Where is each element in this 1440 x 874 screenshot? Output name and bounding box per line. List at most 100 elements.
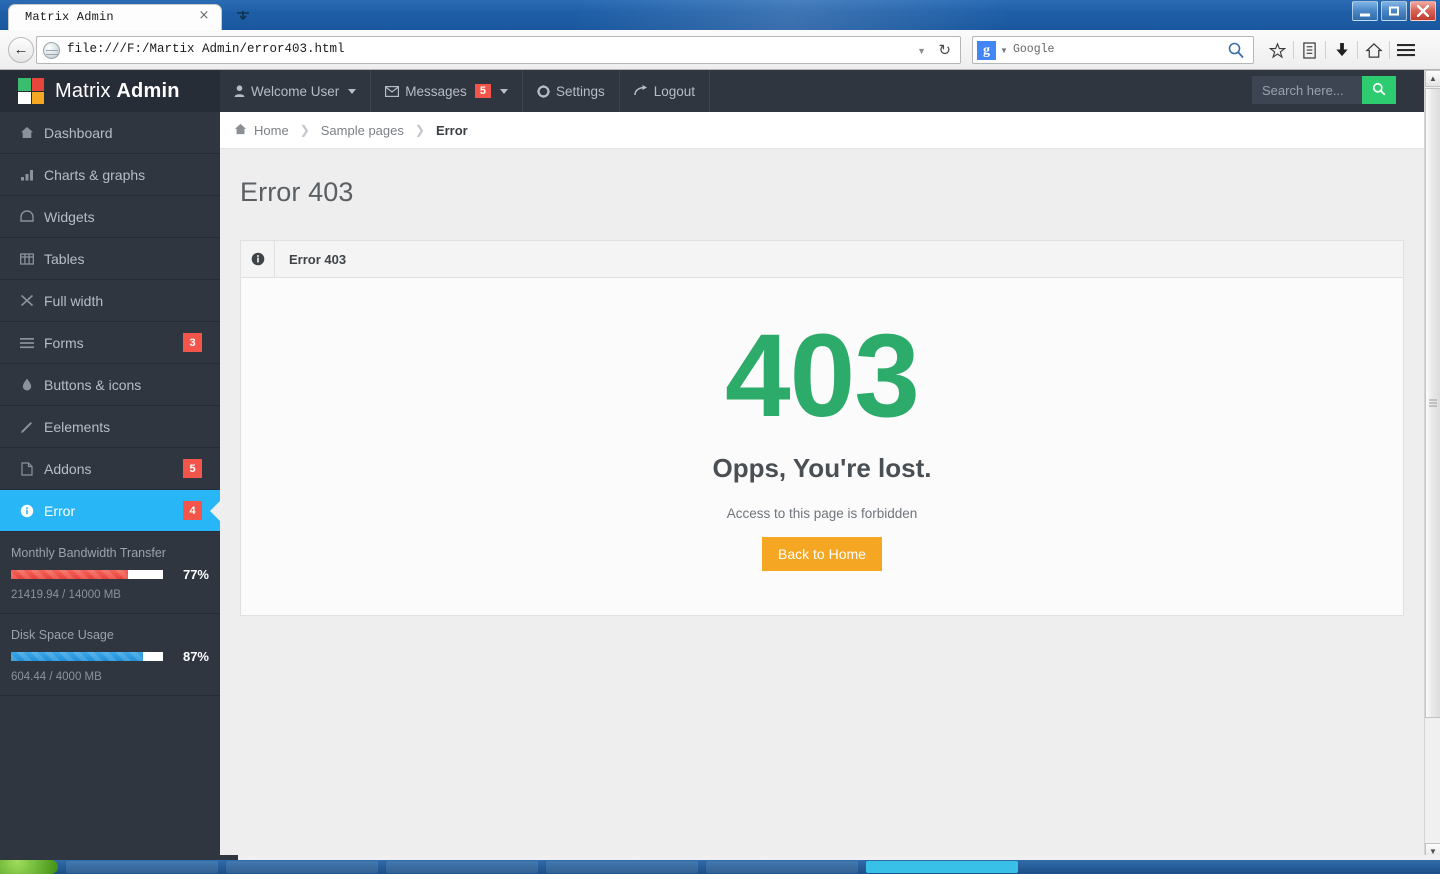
error-heading: Opps, You're lost. [712, 453, 932, 484]
table-icon [10, 252, 44, 265]
nav-welcome-user[interactable]: Welcome User [220, 70, 372, 112]
browser-tab[interactable]: Matrix Admin × [8, 4, 222, 30]
scrollbar-grip [1429, 399, 1437, 407]
search-input[interactable] [1252, 76, 1362, 104]
gear-icon [537, 84, 550, 98]
window-scrollbar[interactable]: ▲ ▼ [1424, 70, 1440, 860]
sidebar-item-eelements[interactable]: Eelements [0, 406, 220, 448]
disk-detail: 604.44 / 4000 MB [11, 671, 102, 683]
chevron-down-icon [348, 88, 357, 94]
disk-row: 87% [11, 649, 209, 664]
sidebar-item-dashboard[interactable]: Dashboard [0, 112, 220, 154]
nav-logout[interactable]: Logout [620, 70, 711, 112]
close-icon[interactable]: × [197, 9, 211, 23]
window-close-button[interactable] [1410, 1, 1436, 21]
sidebar-item-forms[interactable]: Forms 3 [0, 322, 220, 364]
browser-navbar: ← file:///F:/Martix Admin/error403.html … [0, 30, 1440, 70]
sidebar-item-label: Buttons & icons [44, 376, 142, 393]
sidebar-item-label: Charts & graphs [44, 166, 146, 183]
home-icon [10, 126, 44, 139]
bandwidth-detail: 21419.94 / 14000 MB [11, 589, 121, 601]
main-content: Welcome User Messages 5 Settings Logout … [220, 70, 1424, 860]
taskbar-item[interactable] [66, 861, 218, 873]
sidebar-item-label: Dashboard [44, 124, 113, 141]
browser-search-bar[interactable]: g ▼ Google [972, 36, 1254, 64]
logout-icon [633, 85, 648, 97]
reload-icon[interactable]: ↻ [938, 41, 951, 59]
sidebar-item-label: Addons [44, 460, 92, 477]
new-tab-icon[interactable] [230, 6, 256, 28]
minimize-button[interactable] [1352, 1, 1378, 21]
disk-widget: Disk Space Usage 87% 604.44 / 4000 MB [0, 614, 220, 696]
search-engine-label: Google [1013, 43, 1055, 56]
search-button[interactable] [1362, 76, 1396, 104]
nav-settings[interactable]: Settings [523, 70, 620, 112]
taskbar-item[interactable] [386, 861, 538, 873]
disk-progress [11, 652, 163, 661]
sidebar-item-charts[interactable]: Charts & graphs [0, 154, 220, 196]
taskbar-item-active[interactable] [866, 861, 1018, 873]
home-icon [234, 123, 247, 138]
brand-name-bold: Admin [116, 79, 180, 102]
error-subtext: Access to this page is forbidden [726, 506, 918, 522]
sidebar-item-label: Full width [44, 292, 104, 309]
sidebar-item-buttons-icons[interactable]: Buttons & icons [0, 364, 220, 406]
url-bar[interactable]: file:///F:/Martix Admin/error403.html ▼ … [36, 36, 961, 64]
info-circle-icon [241, 241, 275, 277]
maximize-button[interactable] [1381, 1, 1407, 21]
sidebar-item-error[interactable]: Error 4 [0, 490, 220, 532]
breadcrumb-separator: ❯ [299, 123, 310, 137]
bar-chart-icon [10, 168, 44, 181]
scrollbar-thumb[interactable] [1425, 88, 1440, 718]
sidebar-item-addons[interactable]: Addons 5 [0, 448, 220, 490]
back-to-home-button[interactable]: Back to Home [762, 537, 882, 572]
disk-title: Disk Space Usage [11, 628, 114, 642]
panel-body: 403 Opps, You're lost. Access to this pa… [241, 278, 1403, 616]
nav-messages[interactable]: Messages 5 [371, 70, 523, 112]
pencil-icon [10, 420, 44, 434]
sidebar-item-widgets[interactable]: Widgets [0, 196, 220, 238]
url-text: file:///F:/Martix Admin/error403.html [67, 42, 345, 56]
bandwidth-progress [11, 570, 163, 579]
breadcrumb-home[interactable]: Home [254, 123, 289, 138]
search-icon[interactable] [1227, 41, 1245, 64]
taskbar-item[interactable] [706, 861, 858, 873]
taskbar-item[interactable] [546, 861, 698, 873]
breadcrumb-separator: ❯ [414, 123, 425, 137]
bookmark-star-icon[interactable] [1262, 36, 1293, 64]
window-controls [1352, 1, 1436, 23]
user-icon [234, 85, 245, 97]
taskbar-item[interactable] [226, 861, 378, 873]
chevron-down-icon[interactable] [499, 88, 508, 94]
start-button[interactable] [0, 860, 58, 874]
sidebar-item-label: Eelements [44, 418, 111, 435]
bandwidth-row: 77% [11, 567, 209, 582]
hamburger-menu-icon[interactable] [1390, 36, 1421, 64]
brand-text: Matrix Admin [55, 80, 180, 103]
error-panel: Error 403 403 Opps, You're lost. Access … [240, 240, 1404, 617]
envelope-icon [385, 85, 400, 97]
nav-label: Welcome User [251, 83, 340, 99]
top-navbar: Welcome User Messages 5 Settings Logout … [220, 70, 1424, 112]
scroll-up-button[interactable]: ▲ [1425, 70, 1440, 87]
page-viewport: Matrix Admin Dashboard Charts & graphs W… [0, 70, 1424, 860]
nav-label: Logout [653, 83, 696, 99]
sidebar-item-tables[interactable]: Tables [0, 238, 220, 280]
sidebar-item-label: Forms [44, 334, 84, 351]
breadcrumb-sample-pages[interactable]: Sample pages [321, 123, 404, 138]
download-icon[interactable] [1326, 36, 1357, 64]
sidebar-item-label: Widgets [44, 208, 95, 225]
bandwidth-progress-fill [11, 570, 129, 579]
sidebar-item-full-width[interactable]: Full width [0, 280, 220, 322]
brand[interactable]: Matrix Admin [0, 70, 220, 112]
sidebar-item-label: Tables [44, 250, 85, 267]
chevron-down-icon[interactable]: ▼ [917, 46, 926, 56]
list-icon [10, 337, 44, 349]
back-button[interactable]: ← [8, 37, 34, 63]
sidebar-badge: 5 [183, 459, 202, 478]
library-icon[interactable] [1294, 36, 1325, 64]
home-icon[interactable] [1358, 36, 1389, 64]
disk-progress-fill [11, 652, 144, 661]
chevron-down-icon[interactable]: ▼ [1000, 46, 1008, 55]
messages-badge: 5 [474, 84, 491, 98]
